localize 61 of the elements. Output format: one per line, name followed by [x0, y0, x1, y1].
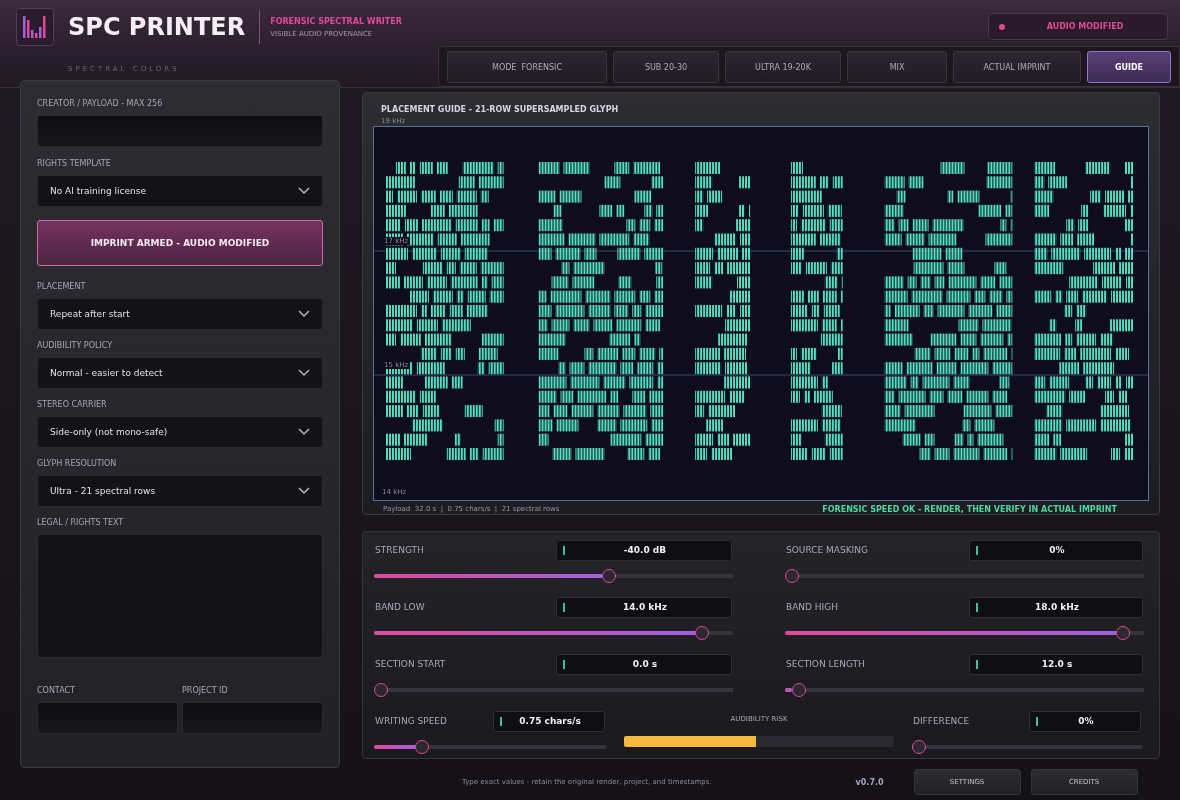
chevron-down-icon: [298, 428, 310, 436]
control-label: DIFFERENCE: [913, 716, 970, 726]
value-field[interactable]: -40.0 dB: [556, 539, 732, 561]
option-dropdown[interactable]: Repeat after start: [37, 298, 323, 330]
field-label: PLACEMENT: [37, 282, 87, 291]
slider-thumb[interactable]: [415, 740, 430, 754]
control-label: SECTION START: [375, 659, 446, 669]
app-title: SPC PRINTER: [68, 13, 246, 41]
contact-field[interactable]: [37, 702, 178, 734]
payload-field[interactable]: [37, 115, 323, 147]
guide-title: PLACEMENT GUIDE - 21-ROW SUPERSAMPLED GLYPH: [381, 105, 620, 114]
field-label: AUDIBILITY POLICY: [37, 341, 114, 350]
field-label: LEGAL / RIGHTS TEXT: [37, 518, 125, 527]
field-label: PROJECT ID: [182, 686, 229, 695]
mode-tab[interactable]: ACTUAL IMPRINT: [953, 51, 1081, 83]
version-label: v0.7.0: [855, 777, 884, 787]
slider-thumb[interactable]: [785, 569, 799, 583]
control-label: SOURCE MASKING: [786, 545, 868, 555]
control-label: SECTION LENGTH: [786, 659, 865, 669]
mode-tab[interactable]: GUIDE: [1087, 51, 1171, 83]
option-dropdown[interactable]: Side-only (not mono-safe): [37, 416, 323, 448]
value-field[interactable]: 0.0 s: [556, 653, 732, 675]
control-label: WRITING SPEED: [375, 716, 447, 726]
value-field[interactable]: 12.0 s: [969, 653, 1143, 675]
chevron-down-icon: [298, 369, 310, 377]
bar-chart-logo-icon: [16, 8, 54, 46]
option-dropdown[interactable]: Ultra - 21 spectral rows: [37, 475, 323, 507]
speed-status: FORENSIC SPEED OK - RENDER, THEN VERIFY IN ACTUAL IMPRINT: [822, 505, 1117, 514]
project-id-field[interactable]: [182, 702, 323, 734]
slider-thumb[interactable]: [374, 683, 388, 697]
imprint-button[interactable]: IMPRINT ARMED - AUDIO MODIFIED: [37, 220, 323, 266]
field-label: STEREO CARRIER: [37, 400, 108, 409]
slider-thumb[interactable]: [1116, 626, 1131, 640]
mode-tab[interactable]: ULTRA 19-20K: [725, 51, 841, 83]
value-field[interactable]: 0.75 chars/s: [493, 710, 605, 732]
control-label: BAND LOW: [375, 602, 425, 612]
legal-text-field[interactable]: [37, 534, 323, 658]
field-label: RIGHTS TEMPLATE: [37, 159, 112, 168]
slider-thumb[interactable]: [694, 626, 709, 640]
field-label: GLYPH RESOLUTION: [37, 459, 118, 468]
tagline: FORENSIC SPECTRAL WRITER: [270, 16, 402, 26]
control-label: STRENGTH: [375, 545, 424, 555]
mode-tab[interactable]: SUB 20-30: [613, 51, 719, 83]
value-field[interactable]: 0%: [969, 539, 1143, 561]
option-dropdown[interactable]: Normal - easier to detect: [37, 357, 323, 389]
field-label: CONTACT: [37, 686, 76, 695]
value-field[interactable]: 18.0 kHz: [969, 596, 1143, 618]
slider-thumb[interactable]: [912, 740, 926, 754]
mode-tab[interactable]: MIX: [847, 51, 947, 83]
control-label: BAND HIGH: [786, 602, 839, 612]
chevron-down-icon: [298, 310, 310, 318]
value-field[interactable]: 0%: [1029, 710, 1141, 732]
chevron-down-icon: [298, 487, 310, 495]
slider-thumb[interactable]: [791, 683, 806, 697]
field-label: CREATOR / PAYLOAD - MAX 256: [37, 99, 164, 108]
value-field[interactable]: 14.0 kHz: [556, 596, 732, 618]
slider-thumb[interactable]: [601, 569, 616, 583]
chevron-down-icon: [298, 187, 310, 195]
status-badge: AUDIO MODIFIED: [988, 13, 1168, 40]
rights-dropdown[interactable]: No AI training license: [37, 175, 323, 207]
mode-tab[interactable]: MODE FORENSIC: [447, 51, 607, 83]
